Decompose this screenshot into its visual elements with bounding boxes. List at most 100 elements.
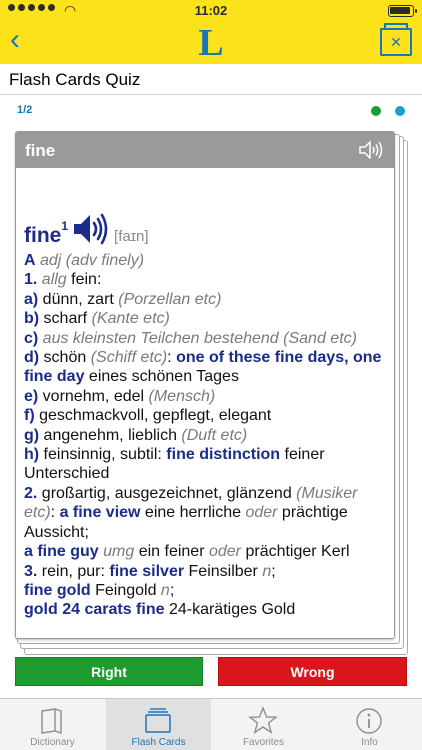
status-bar: ◠ 11:02 [0,0,422,22]
book-icon [41,708,62,734]
tab-label: Flash Cards [131,737,186,748]
entry-italic-text: oder [208,543,242,561]
headword: fine1 [24,219,69,247]
entry-bold-text: b) [24,310,40,328]
entry-text: eines schönen Tages [84,368,239,386]
entry-italic-text: (Mensch) [148,387,216,405]
app-logo: L [198,22,224,64]
entry-text: : [50,504,60,522]
page-title: Flash Cards Quiz [9,70,141,89]
entry-bold-text: h) [24,446,40,464]
speaker-icon[interactable] [359,141,383,159]
entry-bold-text: c) [24,329,39,347]
entry-bold-text: a fine view [59,504,141,522]
entry-line: A adj (adv finely) [24,251,386,270]
entry-text: Feingold [90,581,161,599]
entry-line: a fine guy umg ein feiner oder prächtige… [24,542,386,561]
entry-line: gold 24 carats fine 24-karätiges Gold [24,600,386,619]
entry-italic-text: oder [245,504,278,522]
entry-lines: A adj (adv finely) 1. allg fein: a) dünn, … [24,251,386,620]
entry-text: schön [39,349,91,367]
entry-text: 24-karätiges Gold [164,601,296,619]
star-icon [248,706,278,735]
entry-text: Feinsilber [184,562,263,580]
flash-card[interactable]: fine fine1 [faɪn] A adj (adv finely) 1. a… [15,131,395,639]
entry-text: prächtiger Kerl [241,543,350,561]
entry-italic-text: allg [41,271,67,289]
entry-line: d) schön (Schiff etc): one of these fine… [24,348,386,387]
entry-text: vornehm, edel [38,387,149,405]
entry-text: ein feiner [134,543,209,561]
close-icon: ✕ [390,34,402,50]
entry-italic-text: n [262,562,272,580]
entry-text: fein: [66,271,102,289]
entry-line: g) angenehm, lieblich (Duft etc) [24,426,386,445]
remaining-indicator [395,106,405,116]
entry-line: e) vornehm, edel (Mensch) [24,387,386,406]
info-icon [356,708,382,734]
entry-line: 3. rein, pur: fine silver Feinsilber n; [24,562,386,581]
entry-italic-text: n [160,581,170,599]
entry-text: scharf [39,310,92,328]
entry-line: a) dünn, zart (Porzellan etc) [24,290,386,309]
entry-bold-text: fine silver [109,562,185,580]
entry-text: großartig, ausgezeichnet, glänzend [37,484,297,502]
entry-line: h) feinsinnig, subtil: fine distinction … [24,445,386,484]
entry-line: b) scharf (Kante etc) [24,309,386,328]
entry-text: dünn, zart [38,290,119,308]
top-bar: ◠ 11:02 ‹ L ✕ [0,0,422,64]
entry-text: : [167,349,177,367]
entry-text: ; [271,562,276,580]
entry-line: c) aus kleinsten Teilchen bestehend (San… [24,329,386,348]
battery-icon [388,5,417,17]
entry-bold-text: 3. [24,562,38,580]
wrong-button[interactable]: Wrong [218,657,407,686]
entry-italic-text: (Schiff etc) [90,349,168,367]
entry-bold-text: 2. [24,484,38,502]
tab-favorites[interactable]: Favorites [211,699,316,750]
tab-label: Dictionary [30,737,75,748]
entry-bold-text: d) [24,349,40,367]
right-button[interactable]: Right [15,657,203,686]
entry-line: 2. großartig, ausgezeichnet, glänzend (M… [24,484,386,542]
tab-info[interactable]: Info [317,699,422,750]
entry-bold-text: fine gold [24,581,91,599]
entry-italic-text: (Porzellan etc) [118,290,222,308]
card-header: fine [16,132,394,168]
entry-italic-text: adj (adv finely) [35,252,145,269]
delete-card-button[interactable]: ✕ [380,23,412,56]
entry-bold-text: a) [24,290,39,308]
entry-bold-text: gold 24 carats fine [24,601,165,619]
entry-italic-text: umg [103,543,135,561]
tab-dictionary[interactable]: Dictionary [0,699,105,750]
entry-text: feinsinnig, subtil: [39,446,167,464]
entry-bold-text: A [24,252,36,269]
entry-text: geschmackvoll, gepflegt, elegant [34,407,272,425]
entry-italic-text: (Kante etc) [91,310,170,328]
entry-bold-text: fine distinction [166,446,281,464]
entry-line: f) geschmackvoll, gepflegt, elegant [24,406,386,425]
entry-text: ; [169,581,175,599]
entry-text: rein, pur: [37,562,110,580]
entry-line: 1. allg fein: [24,270,386,289]
entry-bold-text: f) [24,407,35,425]
tab-flash-cards[interactable]: Flash Cards [106,699,211,750]
entry-bold-text: 1. [24,271,38,289]
headword-line: fine1 [faɪn] [24,212,386,248]
entry-italic-text: (Duft etc) [181,426,248,444]
entry-body: fine1 [faɪn] A adj (adv finely) 1. allg f… [24,212,386,620]
phonetic: [faɪn] [114,227,149,245]
tab-label: Info [361,737,378,748]
back-chevron-icon[interactable]: ‹ [10,25,36,56]
entry-bold-text: g) [24,426,40,444]
title-bar: Flash Cards Quiz [0,64,422,95]
entry-line: fine gold Feingold n; [24,581,386,600]
status-time: 11:02 [194,3,228,18]
entry-text: angenehm, lieblich [39,426,182,444]
card-word: fine [25,141,56,160]
correct-indicator [371,106,381,116]
pronunciation-speaker-icon[interactable] [72,212,108,246]
entry-text: eine herrliche [140,504,246,522]
tab-bar: Dictionary Flash Cards Favorites Info [0,698,422,750]
entry-bold-text: e) [24,387,39,405]
